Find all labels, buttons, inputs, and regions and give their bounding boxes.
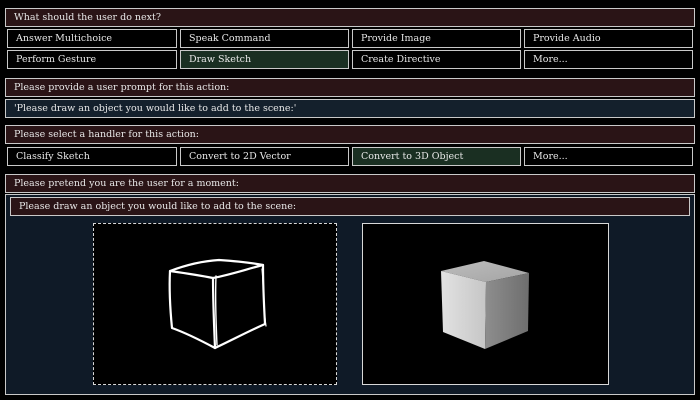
3d-render-view — [362, 223, 609, 385]
hand-drawn-cube-sketch-icon — [168, 258, 267, 350]
prompt-header: Please provide a user prompt for this ac… — [5, 78, 695, 97]
option-provide-image[interactable]: Provide Image — [352, 29, 521, 48]
option-draw-sketch[interactable]: Draw Sketch — [180, 50, 349, 69]
option-perform-gesture[interactable]: Perform Gesture — [7, 50, 177, 69]
3d-cube-render-icon — [441, 261, 529, 349]
handler-header: Please select a handler for this action: — [5, 125, 695, 144]
pretend-header: Please pretend you are the user for a mo… — [5, 174, 695, 193]
sketch-canvas[interactable] — [93, 223, 337, 385]
user-prompt-banner: Please draw an object you would like to … — [10, 197, 690, 216]
handler-convert-3d-object[interactable]: Convert to 3D Object — [352, 147, 521, 166]
option-provide-audio[interactable]: Provide Audio — [524, 29, 693, 48]
handler-classify-sketch[interactable]: Classify Sketch — [7, 147, 177, 166]
option-speak-command[interactable]: Speak Command — [180, 29, 349, 48]
option-more-actions[interactable]: More... — [524, 50, 693, 69]
next-action-question: What should the user do next? — [5, 8, 695, 27]
user-prompt-field[interactable]: 'Please draw an object you would like to… — [5, 99, 695, 118]
option-create-directive[interactable]: Create Directive — [352, 50, 521, 69]
handler-more[interactable]: More... — [524, 147, 693, 166]
option-answer-multichoice[interactable]: Answer Multichoice — [7, 29, 177, 48]
handler-convert-2d-vector[interactable]: Convert to 2D Vector — [180, 147, 349, 166]
